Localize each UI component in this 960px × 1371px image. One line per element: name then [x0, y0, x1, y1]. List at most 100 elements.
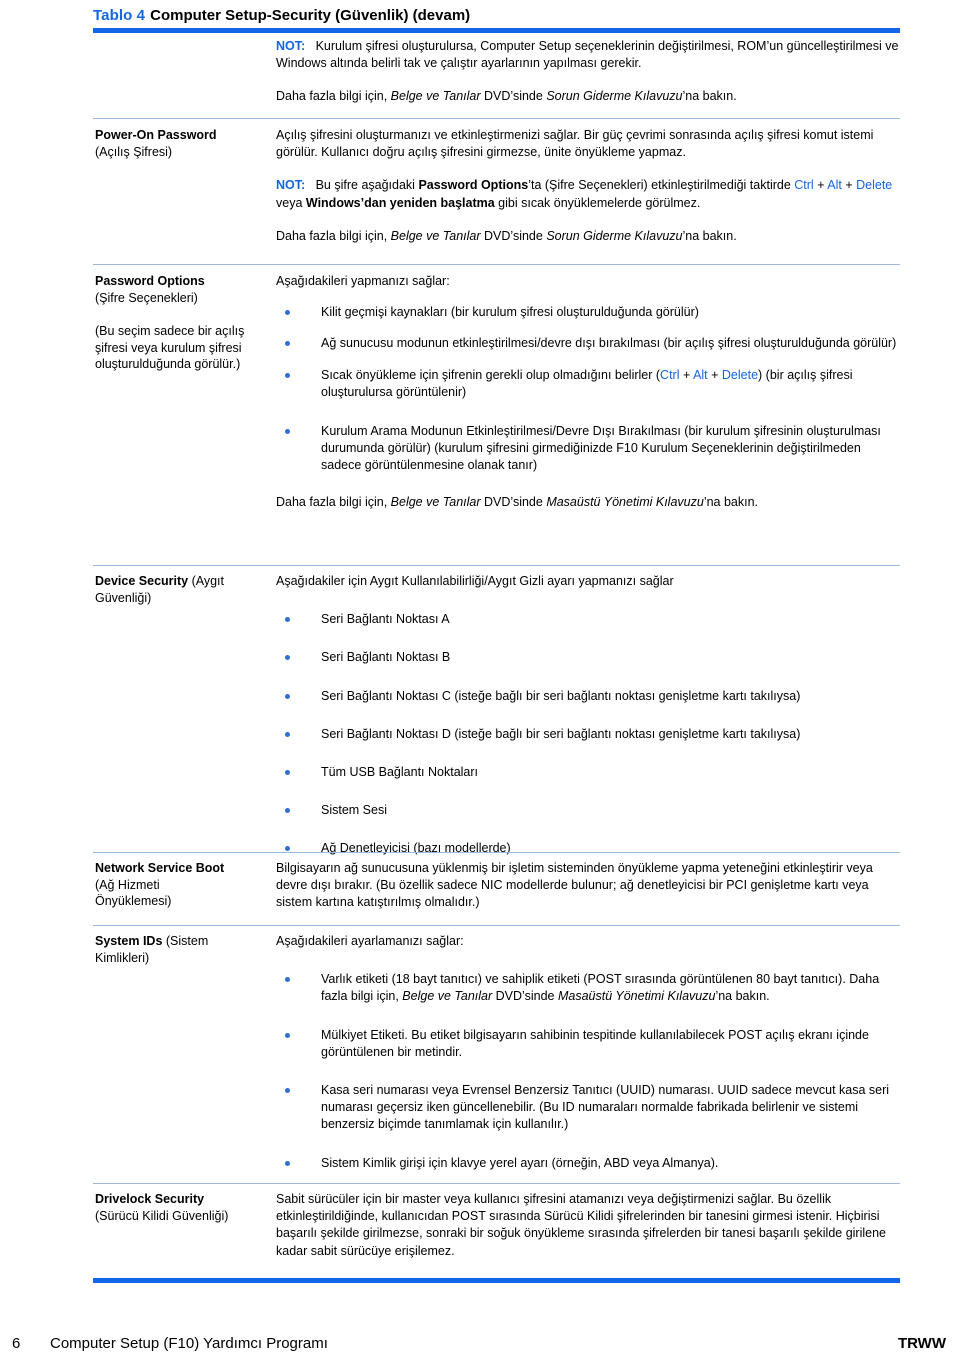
table-caption: Tablo 4 Computer Setup-Security (Güvenlik…: [93, 6, 903, 25]
list-item-text: Tüm USB Bağlantı Noktaları: [321, 765, 479, 780]
list-item: Mülkiyet Etiketi. Bu etiket bilgisayarın…: [276, 1027, 904, 1061]
plus: +: [813, 178, 828, 193]
list-item-text: Ağ sunucusu modunun etkinleştirilmesi/de…: [321, 336, 897, 351]
row-separator: [93, 118, 900, 119]
list-item-text: Sistem Kimlik girişi için klavye yerel a…: [321, 1155, 719, 1170]
row-label-password-options: Password Options (Şifre Seçenekleri) (Bu…: [95, 273, 265, 373]
paragraph: Bilgisayarın ağ sunucusuna yüklenmiş bir…: [276, 861, 873, 910]
bullet-icon: [285, 1032, 290, 1038]
list-item: Seri Bağlantı Noktası B: [276, 649, 900, 666]
note-text-part: ’ta (Şifre Seçenekleri) etkinleştirilmed…: [528, 178, 795, 193]
see-also-doc: Belge ve Tanılar: [390, 494, 481, 509]
table-top-rule: [93, 28, 900, 33]
row-label-bold: Network Service Boot: [95, 861, 225, 875]
key-delete: Delete: [856, 178, 893, 193]
row-content-password-options: Aşağıdakileri yapmanızı sağlar: Kilit ge…: [276, 273, 900, 511]
row-label-power-on-password: Power-On Password (Açılış Şifresi): [95, 127, 265, 160]
list-item: Seri Bağlantı Noktası D (isteğe bağlı bi…: [276, 726, 900, 743]
list-item: Seri Bağlantı Noktası C (isteğe bağlı bi…: [276, 688, 900, 705]
bullet-list: Seri Bağlantı Noktası A Seri Bağlantı No…: [276, 611, 900, 857]
see-also-prefix: Daha fazla bilgi için,: [276, 89, 391, 104]
row-label-bold: Password Options: [95, 274, 205, 288]
row-label-drivelock-security: Drivelock Security (Sürücü Kilidi Güvenl…: [95, 1191, 265, 1224]
list-item-text: Kurulum Arama Modunun Etkinleştirilmesi/…: [321, 424, 881, 473]
row-label-note: (Bu seçim sadece bir açılış şifresi veya…: [95, 324, 245, 371]
bullet-list: Varlık etiketi (18 bayt tanıtıcı) ve sah…: [276, 971, 904, 1172]
row-label-sub: Kimlikleri): [95, 950, 150, 965]
list-item: Kurulum Arama Modunun Etkinleştirilmesi/…: [276, 423, 900, 475]
note-text-part: Bu şifre aşağıdaki: [315, 178, 419, 193]
page-footer: 6 Computer Setup (F10) Yardımcı Programı…: [0, 1334, 960, 1358]
see-also-suffix: ’na bakın.: [682, 228, 737, 243]
key-ctrl: Ctrl: [660, 367, 680, 382]
bullet-icon: [285, 341, 290, 347]
list-item-text: Sistem Sesi: [321, 803, 387, 818]
note-text: Kurulum şifresi oluşturulursa, Computer …: [276, 39, 899, 71]
see-also-prefix: Daha fazla bilgi için,: [276, 228, 391, 243]
table-caption-number: Tablo 4: [93, 7, 146, 24]
row-separator: [93, 925, 900, 926]
bullet-icon: [285, 617, 290, 623]
plus: +: [707, 367, 722, 382]
list-item: Sıcak önyükleme için şifrenin gerekli ol…: [276, 367, 900, 401]
list-item: Seri Bağlantı Noktası A: [276, 611, 900, 628]
list-item: Ağ sunucusu modunun etkinleştirilmesi/de…: [276, 335, 900, 352]
bullet-icon: [285, 1088, 290, 1094]
row-content-power-on-password: Açılış şifresini oluşturmanızı ve etkinl…: [276, 127, 900, 245]
see-also-mid: DVD’sinde: [480, 89, 547, 104]
see-also-mid: DVD’sinde: [492, 989, 558, 1004]
list-item-text: Seri Bağlantı Noktası D (isteğe bağlı bi…: [321, 726, 801, 741]
row-content-drivelock-security: Sabit sürücüler için bir master veya kul…: [276, 1191, 904, 1260]
row-label-sub: (Açılış Şifresi): [95, 144, 173, 159]
see-also-prefix: Daha fazla bilgi için,: [276, 494, 391, 509]
bullet-icon: [285, 1160, 290, 1166]
row-label-sub: (Şifre Seçenekleri): [95, 290, 198, 305]
note-text-part: gibi sıcak önyüklemelerde görülmez.: [494, 195, 701, 210]
list-item: Sistem Kimlik girişi için klavye yerel a…: [276, 1155, 904, 1172]
table-caption-title: Computer Setup-Security (Güvenlik) (deva…: [150, 7, 471, 24]
list-item-text: Kilit geçmişi kaynakları (bir kurulum şi…: [321, 305, 699, 320]
row-label-rest: (Sistem: [162, 934, 209, 948]
list-item-text: Seri Bağlantı Noktası B: [321, 650, 451, 665]
row-label-bold: System IDs: [95, 934, 163, 948]
list-item-text: Kasa seri numarası veya Evrensel Benzers…: [321, 1083, 890, 1132]
list-item-text: Seri Bağlantı Noktası A: [321, 612, 450, 627]
row-label-bold: Power-On Password: [95, 128, 217, 142]
see-also-guide: Masaüstü Yönetimi Kılavuzu: [546, 494, 704, 509]
row-content-system-ids: Aşağıdakileri ayarlamanızı sağlar: Varlı…: [276, 933, 904, 1172]
see-also-mid: DVD’sinde: [480, 228, 547, 243]
see-also-doc: Belge ve Tanılar: [402, 989, 493, 1004]
list-item: Varlık etiketi (18 bayt tanıtıcı) ve sah…: [276, 971, 904, 1005]
see-also-suffix: ’na bakın.: [703, 494, 759, 509]
see-also-guide: Sorun Giderme Kılavuzu: [546, 89, 683, 104]
intro-cell: NOT: Kurulum şifresi oluşturulursa, Comp…: [276, 38, 900, 106]
key-ctrl: Ctrl: [794, 178, 814, 193]
bullet-icon: [285, 310, 290, 316]
see-also-mid: DVD’sinde: [480, 494, 547, 509]
row-label-sub2: Önyüklemesi): [95, 894, 172, 908]
note-text-part: veya: [276, 195, 306, 210]
list-item: Ağ Denetleyicisi (bazı modellerde): [276, 840, 900, 857]
footer-page-number: 6: [12, 1335, 21, 1352]
key-alt: Alt: [827, 178, 842, 193]
see-also-suffix: ’na bakın.: [682, 89, 737, 104]
row-label-sub: (Sürücü Kilidi Güvenliği): [95, 1208, 229, 1223]
list-item-text: Ağ Denetleyicisi (bazı modellerde): [321, 841, 511, 856]
row-label-sub: Güvenliği): [95, 590, 152, 605]
intro-paragraph: Aşağıdakileri yapmanızı sağlar:: [276, 274, 450, 288]
see-also-doc: Belge ve Tanılar: [390, 228, 481, 243]
paragraph: Sabit sürücüler için bir master veya kul…: [276, 1192, 887, 1258]
key-delete: Delete: [721, 367, 759, 382]
bullet-icon: [285, 808, 290, 814]
footer-title: Computer Setup (F10) Yardımcı Programı: [50, 1335, 328, 1352]
note-label: NOT:: [276, 39, 306, 53]
row-label-bold: Drivelock Security: [95, 1192, 205, 1206]
note-bold-term: Password Options: [418, 178, 529, 193]
paragraph: Açılış şifresini oluşturmanızı ve etkinl…: [276, 128, 874, 160]
row-label-rest: (Aygıt: [188, 574, 225, 588]
see-also-paragraph: Daha fazla bilgi için, Belge ve Tanılar …: [276, 228, 900, 245]
row-label-network-service-boot: Network Service Boot (Ağ Hizmeti Önyükle…: [95, 860, 265, 910]
footer-locale-code: TRWW: [897, 1335, 946, 1352]
row-separator: [93, 565, 900, 566]
intro-paragraph: Aşağıdakiler için Aygıt Kullanılabilirli…: [276, 574, 674, 588]
